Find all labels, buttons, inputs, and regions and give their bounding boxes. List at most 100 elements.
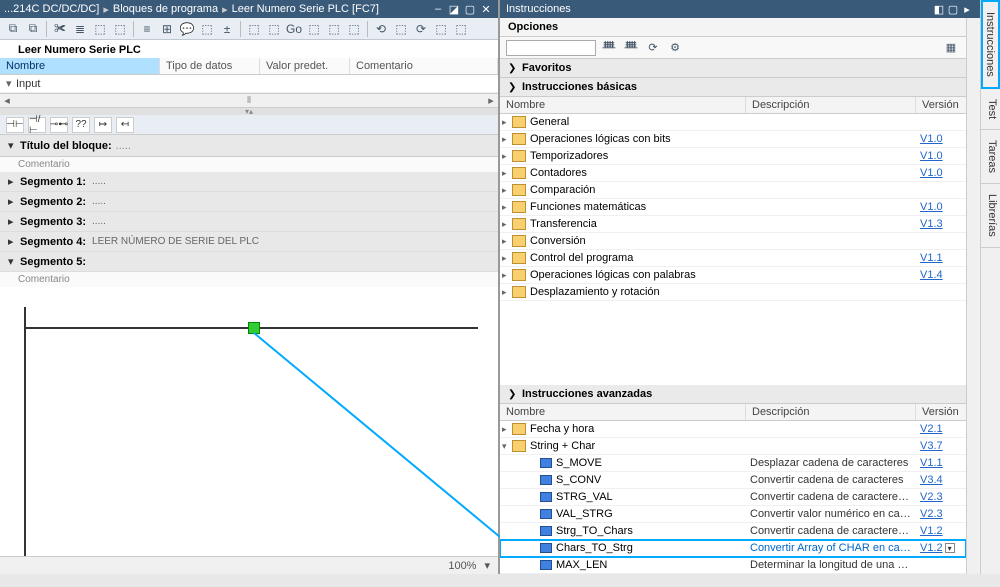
options-header[interactable]: Opciones [500, 18, 966, 37]
col-nombre[interactable]: Nombre [0, 58, 160, 74]
toolbar-btn[interactable]: ⬚ [325, 20, 343, 38]
instruction-block[interactable]: S_MOVEDesplazar cadena de caracteresV1.1 [500, 455, 966, 472]
toolbar-btn[interactable]: ⬚ [392, 20, 410, 38]
instruction-folder[interactable]: ▸Fecha y horaV2.1 [500, 421, 966, 438]
caret-icon[interactable]: ▸ [8, 175, 20, 188]
col-valor[interactable]: Valor predet. [260, 58, 350, 74]
toolbar-btn[interactable]: 💬 [178, 20, 196, 38]
col-nombre[interactable]: Nombre [500, 97, 746, 113]
caret-icon[interactable]: ▸ [502, 168, 512, 179]
col-ver[interactable]: Versión [916, 97, 966, 113]
lad-contact-nc-icon[interactable]: ⊣/⊢ [28, 117, 46, 133]
caret-icon[interactable]: ▸ [502, 236, 512, 247]
toolbar-btn[interactable]: ⊞ [158, 20, 176, 38]
scroll-right-icon[interactable]: ▸ [484, 94, 498, 107]
instruction-version[interactable]: V1.4 [916, 269, 966, 281]
zoom-dropdown-icon[interactable]: ▾ [484, 559, 490, 572]
instruction-version[interactable]: V1.2▾ [916, 542, 966, 554]
col-desc[interactable]: Descripción [746, 404, 916, 420]
instruction-block[interactable]: Chars_TO_StrgConvertir Array of CHAR en … [500, 540, 966, 557]
caret-icon[interactable]: ▾ [8, 139, 20, 152]
version-dropdown-icon[interactable]: ▾ [945, 543, 955, 553]
lad-box-icon[interactable]: ?? [72, 117, 90, 133]
window-toggle-icon[interactable]: ◪ [446, 3, 462, 16]
window-maximize-icon[interactable]: ▢ [462, 3, 478, 16]
toolbar-btn[interactable]: ≣ [71, 20, 89, 38]
zoom-level[interactable]: 100% [448, 560, 476, 572]
caret-icon[interactable]: ▸ [502, 134, 512, 145]
segment-4[interactable]: ▸Segmento 4:LEER NÚMERO DE SERIE DEL PLC [0, 232, 498, 252]
instruction-version[interactable]: V3.4 [916, 474, 966, 486]
segment-5[interactable]: ▾Segmento 5: [0, 252, 498, 272]
caret-icon[interactable]: ▸ [502, 185, 512, 196]
caret-icon[interactable]: ▸ [502, 270, 512, 281]
panel-pin-icon[interactable]: ◧ [932, 3, 946, 16]
instruction-folder[interactable]: ▾String + CharV3.7 [500, 438, 966, 455]
breadcrumb-0[interactable]: ...214C DC/DC/DC] [4, 3, 99, 15]
lad-branch-icon[interactable]: ↦ [94, 117, 112, 133]
interface-row-input[interactable]: ▾ Input [0, 75, 498, 93]
toolbar-btn[interactable]: ⬚ [345, 20, 363, 38]
instruction-block[interactable]: STRG_VALConvertir cadena de caracteres e… [500, 489, 966, 506]
instruction-folder[interactable]: ▸ContadoresV1.0 [500, 165, 966, 182]
search-input[interactable] [506, 40, 596, 56]
block-comment[interactable]: Comentario [0, 157, 498, 172]
instruction-folder[interactable]: ▸Operaciones lógicas con palabrasV1.4 [500, 267, 966, 284]
col-ver[interactable]: Versión [916, 404, 966, 420]
cat-basicas[interactable]: ❯ Instrucciones básicas [500, 78, 966, 97]
caret-icon[interactable]: ▸ [502, 424, 512, 435]
window-minimize-icon[interactable]: – [430, 3, 446, 15]
toolbar-btn[interactable]: ⬚ [305, 20, 323, 38]
refresh-icon[interactable]: ⟳ [644, 39, 662, 57]
lad-branch-close-icon[interactable]: ↤ [116, 117, 134, 133]
block-title-row[interactable]: ▾ Título del bloque: ..... [0, 135, 498, 157]
col-comentario[interactable]: Comentario [350, 58, 498, 74]
toolbar-btn[interactable]: ≡ [138, 20, 156, 38]
instruction-folder[interactable]: ▸Operaciones lógicas con bitsV1.0 [500, 131, 966, 148]
caret-icon[interactable]: ▸ [502, 219, 512, 230]
segment-2[interactable]: ▸Segmento 2:..... [0, 192, 498, 212]
instruction-folder[interactable]: ▸General [500, 114, 966, 131]
toolbar-btn[interactable]: ⬚ [198, 20, 216, 38]
tab-test[interactable]: Test [981, 89, 1000, 130]
caret-icon[interactable]: ▾ [8, 255, 20, 268]
instruction-version[interactable]: V1.1 [916, 252, 966, 264]
instruction-block[interactable]: Strg_TO_CharsConvertir cadena de caracte… [500, 523, 966, 540]
breadcrumb-1[interactable]: Bloques de programa [113, 3, 218, 15]
instruction-folder[interactable]: ▸Desplazamiento y rotación [500, 284, 966, 301]
search-filter2-icon[interactable]: ᚙ [622, 39, 640, 57]
segment-3[interactable]: ▸Segmento 3:..... [0, 212, 498, 232]
instruction-block[interactable]: S_CONVConvertir cadena de caracteresV3.4 [500, 472, 966, 489]
instruction-version[interactable]: V1.0 [916, 150, 966, 162]
instruction-folder[interactable]: ▸Conversión [500, 233, 966, 250]
toolbar-btn[interactable]: Go [285, 20, 303, 38]
caret-icon[interactable]: ▸ [502, 253, 512, 264]
ladder-network-area[interactable] [0, 287, 498, 556]
window-close-icon[interactable]: ✕ [478, 3, 494, 16]
instruction-version[interactable]: V2.3 [916, 508, 966, 520]
instruction-folder[interactable]: ▸Control del programaV1.1 [500, 250, 966, 267]
toolbar-btn[interactable]: ⧉ [4, 20, 22, 38]
toolbar-btn[interactable]: ⧉ [24, 20, 42, 38]
toolbar-btn[interactable]: ⟳ [412, 20, 430, 38]
cat-favoritos[interactable]: ❯ Favoritos [500, 59, 966, 78]
toolbar-btn[interactable]: ± [218, 20, 236, 38]
caret-icon[interactable]: ▸ [8, 195, 20, 208]
toolbar-btn[interactable]: ⟲ [372, 20, 390, 38]
toolbar-btn[interactable]: ⬚ [245, 20, 263, 38]
ladder-drop-node[interactable] [248, 322, 260, 334]
caret-icon[interactable]: ▾ [6, 77, 16, 90]
instruction-folder[interactable]: ▸TransferenciaV1.3 [500, 216, 966, 233]
col-tipo[interactable]: Tipo de datos [160, 58, 260, 74]
gear-icon[interactable]: ⚙ [666, 39, 684, 57]
instruction-version[interactable]: V1.0 [916, 167, 966, 179]
interface-hscroll[interactable]: ◂ ⫴ ▸ [0, 93, 498, 107]
instruction-block[interactable]: VAL_STRGConvertir valor numérico en cad.… [500, 506, 966, 523]
scroll-left-icon[interactable]: ◂ [0, 94, 14, 107]
col-desc[interactable]: Descripción [746, 97, 916, 113]
caret-icon[interactable]: ▾ [502, 441, 512, 452]
tab-instrucciones[interactable]: Instrucciones [981, 0, 1000, 89]
segment-1[interactable]: ▸Segmento 1:..... [0, 172, 498, 192]
cat-avanzadas[interactable]: ❯ Instrucciones avanzadas [500, 385, 966, 404]
instruction-version[interactable]: V1.0 [916, 133, 966, 145]
